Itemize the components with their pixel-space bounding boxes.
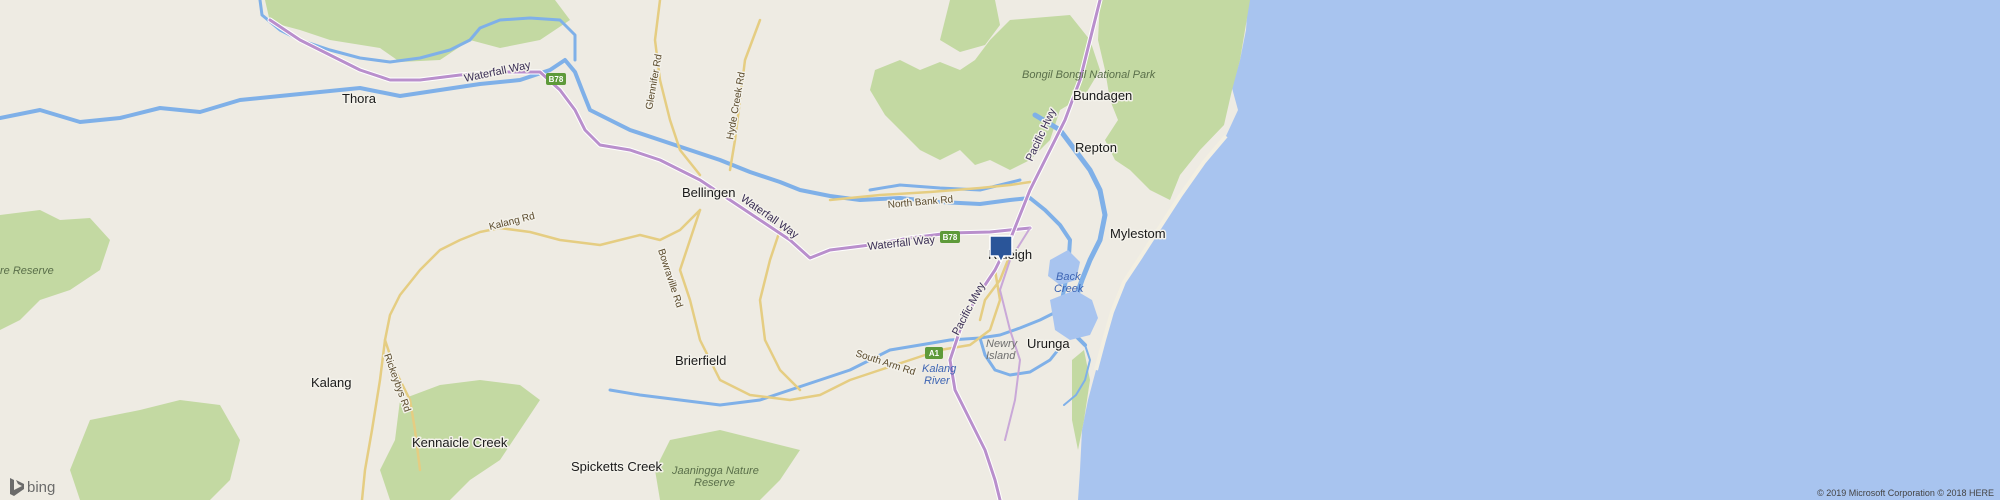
place-label-thora: Thora: [342, 91, 377, 106]
map-canvas[interactable]: B78 B78 A1 Waterfall Way Waterfall Way W…: [0, 0, 2000, 500]
place-label-repton: Repton: [1075, 140, 1117, 155]
route-shield-a1: A1: [925, 347, 943, 359]
island-label-newry: Newry: [986, 338, 1019, 350]
place-label-kalang: Kalang: [311, 375, 351, 390]
place-label-bundagen: Bundagen: [1073, 88, 1132, 103]
water-label-creek: Creek: [1054, 283, 1084, 295]
place-label-bellingen: Bellingen: [682, 185, 736, 200]
water-label-back: Back: [1056, 271, 1081, 283]
place-label-urunga: Urunga: [1027, 336, 1070, 351]
route-shield-label: B78: [943, 233, 958, 242]
water-label-kalang: Kalang: [922, 363, 957, 375]
route-shield-label: B78: [549, 75, 564, 84]
bing-logo-text: bing: [27, 479, 55, 496]
place-label-brierfield: Brierfield: [675, 353, 726, 368]
route-shield-b78: B78: [940, 231, 960, 243]
water-label-river: River: [924, 375, 951, 387]
place-label-spicketts-creek: Spicketts Creek: [571, 459, 663, 474]
park-label-bongil-bongil: Bongil Bongil National Park: [1022, 69, 1156, 81]
place-label-kennaicle-creek: Kennaicle Creek: [412, 435, 508, 450]
route-shield-label: A1: [929, 349, 940, 358]
route-shield-b78: B78: [546, 73, 566, 85]
park-label-reserve: Reserve: [694, 477, 735, 489]
place-label-mylestom: Mylestom: [1110, 226, 1166, 241]
copyright-notice: © 2019 Microsoft Corporation © 2018 HERE: [1817, 488, 1994, 498]
park-label-jaaningga: Jaaningga Nature: [671, 465, 759, 477]
park-label-west-reserve: re Reserve: [0, 265, 54, 277]
island-label-island: Island: [986, 350, 1016, 362]
